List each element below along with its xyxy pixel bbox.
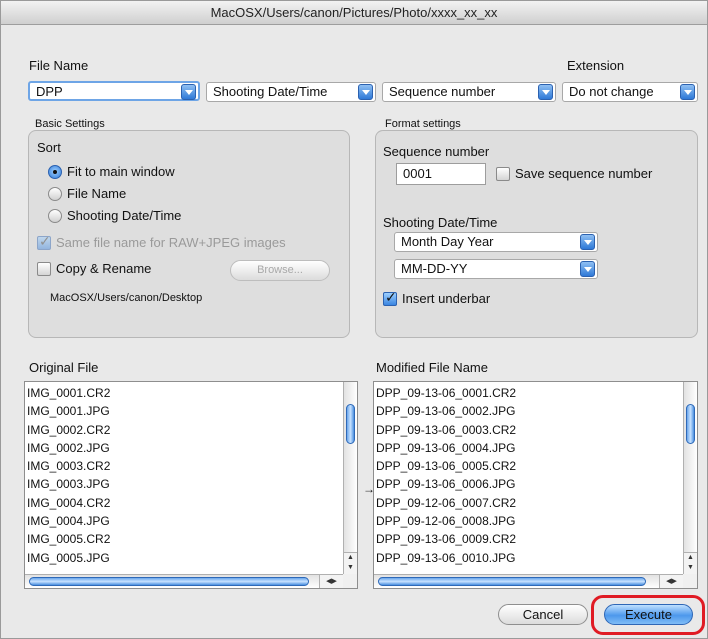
save-sequence-check[interactable]: [496, 167, 510, 181]
name-part2-value: Shooting Date/Time: [213, 84, 328, 99]
list-item[interactable]: IMG_0003.CR2: [27, 457, 341, 475]
original-file-rows: IMG_0001.CR2 IMG_0001.JPG IMG_0002.CR2 IMG_…: [27, 384, 341, 567]
list-item[interactable]: DPP_09-13-06_0003.CR2: [376, 421, 681, 439]
chevron-down-icon: [680, 84, 695, 100]
save-sequence-label: Save sequence number: [515, 166, 653, 181]
modified-horizontal-scroll-thumb[interactable]: [378, 577, 646, 586]
date-format-value: MM-DD-YY: [401, 261, 468, 276]
list-item[interactable]: IMG_0002.CR2: [27, 421, 341, 439]
original-horizontal-scroll-thumb[interactable]: [29, 577, 309, 586]
list-item[interactable]: DPP_09-13-06_0005.CR2: [376, 457, 681, 475]
shooting-date-label: Shooting Date/Time: [383, 215, 498, 230]
insert-underbar-check[interactable]: [383, 289, 397, 306]
date-order-select[interactable]: Month Day Year: [394, 232, 598, 252]
list-item[interactable]: IMG_0001.JPG: [27, 402, 341, 420]
scroll-corner: [683, 574, 697, 588]
date-format-select[interactable]: MM-DD-YY: [394, 259, 598, 279]
file-name-label: File Name: [29, 58, 89, 73]
name-part3-select[interactable]: Sequence number: [382, 82, 556, 102]
modified-file-list[interactable]: DPP_09-13-06_0001.CR2 DPP_09-13-06_0002.J…: [373, 381, 698, 589]
prefix-value: DPP: [36, 84, 63, 99]
list-item[interactable]: DPP_09-13-06_0006.JPG: [376, 475, 681, 493]
original-horizontal-scrollbar[interactable]: ◀▶: [25, 574, 343, 588]
execute-button[interactable]: Execute: [604, 604, 693, 625]
modified-vertical-scroll-thumb[interactable]: [686, 404, 695, 444]
window-title: MacOSX/Users/canon/Pictures/Photo/xxxx_x…: [1, 1, 707, 25]
modified-horizontal-scrollbar[interactable]: ◀▶: [374, 574, 683, 588]
same-file-name-check: [37, 233, 51, 250]
scroll-arrows-icon[interactable]: ▲ ▼: [344, 552, 357, 574]
sort-option-label: Fit to main window: [67, 164, 175, 179]
scroll-arrows-icon[interactable]: ▲ ▼: [684, 552, 697, 574]
list-item[interactable]: DPP_09-13-06_0004.JPG: [376, 439, 681, 457]
date-order-value: Month Day Year: [401, 234, 494, 249]
list-item[interactable]: IMG_0001.CR2: [27, 384, 341, 402]
radio-fit-main-window[interactable]: [48, 165, 62, 179]
name-part3-value: Sequence number: [389, 84, 496, 99]
original-vertical-scrollbar[interactable]: ▲ ▼: [343, 382, 357, 574]
list-item[interactable]: IMG_0005.CR2: [27, 530, 341, 548]
radio-file-name[interactable]: [48, 187, 62, 201]
chevron-down-icon: [580, 261, 595, 277]
list-item[interactable]: DPP_09-13-06_0002.JPG: [376, 402, 681, 420]
list-item[interactable]: DPP_09-12-06_0008.JPG: [376, 512, 681, 530]
rename-dialog: MacOSX/Users/canon/Pictures/Photo/xxxx_x…: [0, 0, 708, 639]
list-item[interactable]: IMG_0003.JPG: [27, 475, 341, 493]
same-file-name-label: Same file name for RAW+JPEG images: [56, 235, 286, 250]
list-item[interactable]: IMG_0004.JPG: [27, 512, 341, 530]
extension-value: Do not change: [569, 84, 654, 99]
scroll-corner: [343, 574, 357, 588]
list-item[interactable]: DPP_09-12-06_0007.CR2: [376, 494, 681, 512]
list-item[interactable]: DPP_09-13-06_0010.JPG: [376, 549, 681, 567]
cancel-button[interactable]: Cancel: [498, 604, 588, 625]
radio-shooting-date[interactable]: [48, 209, 62, 223]
list-item[interactable]: DPP_09-13-06_0001.CR2: [376, 384, 681, 402]
modified-file-rows: DPP_09-13-06_0001.CR2 DPP_09-13-06_0002.J…: [376, 384, 681, 567]
chevron-down-icon[interactable]: [181, 84, 196, 100]
original-file-label: Original File: [29, 360, 99, 375]
chevron-down-icon: [538, 84, 553, 100]
destination-path: MacOSX/Users/canon/Desktop: [50, 292, 203, 304]
sort-option-label: File Name: [67, 186, 127, 201]
copy-rename-check[interactable]: [37, 262, 51, 276]
modified-file-label: Modified File Name: [376, 360, 488, 375]
modified-vertical-scrollbar[interactable]: ▲ ▼: [683, 382, 697, 574]
original-vertical-scroll-thumb[interactable]: [346, 404, 355, 444]
sort-option-label: Shooting Date/Time: [67, 208, 182, 223]
basic-settings-title: Basic Settings: [35, 118, 105, 130]
list-item[interactable]: IMG_0002.JPG: [27, 439, 341, 457]
prefix-combo[interactable]: DPP: [28, 81, 200, 101]
copy-rename-label: Copy & Rename: [56, 261, 152, 276]
list-item[interactable]: DPP_09-13-06_0009.CR2: [376, 530, 681, 548]
extension-label: Extension: [567, 58, 625, 73]
extension-select[interactable]: Do not change: [562, 82, 698, 102]
list-item[interactable]: IMG_0005.JPG: [27, 549, 341, 567]
format-settings-title: Format settings: [385, 118, 461, 130]
sequence-number-label: Sequence number: [383, 144, 490, 159]
chevron-down-icon: [580, 234, 595, 250]
sequence-number-field[interactable]: 0001: [396, 163, 486, 185]
name-part2-select[interactable]: Shooting Date/Time: [206, 82, 376, 102]
original-file-list[interactable]: IMG_0001.CR2 IMG_0001.JPG IMG_0002.CR2 IMG_…: [24, 381, 358, 589]
sort-label: Sort: [37, 140, 61, 155]
insert-underbar-label: Insert underbar: [402, 291, 491, 306]
chevron-down-icon: [358, 84, 373, 100]
browse-button: Browse...: [230, 260, 330, 281]
list-item[interactable]: IMG_0004.CR2: [27, 494, 341, 512]
scroll-arrows-icon[interactable]: ◀▶: [319, 575, 343, 588]
scroll-arrows-icon[interactable]: ◀▶: [659, 575, 683, 588]
